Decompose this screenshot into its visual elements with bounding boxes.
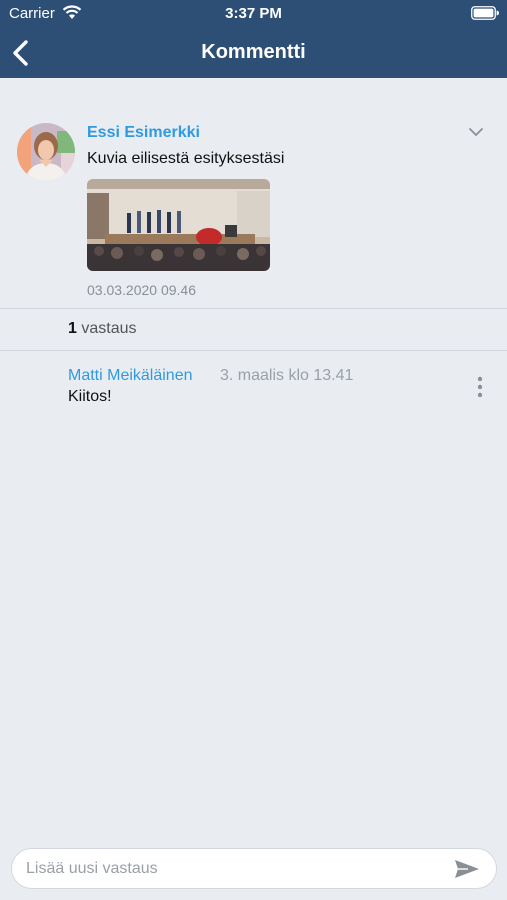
comment-card: Essi Esimerkki Kuvia eilisestä esitykses…	[0, 78, 507, 309]
comment-date: 03.03.2020 09.46	[87, 282, 196, 298]
more-options-icon[interactable]	[470, 375, 490, 399]
attached-photo[interactable]	[87, 179, 270, 271]
reply-input[interactable]	[26, 857, 446, 881]
reply-count-label: vastaus	[81, 320, 137, 337]
comment-author[interactable]: Essi Esimerkki	[87, 124, 200, 142]
reply-text: Kiitos!	[68, 388, 112, 405]
status-time: 3:37 PM	[225, 5, 282, 22]
send-icon[interactable]	[453, 858, 481, 880]
reply-composer	[11, 848, 497, 889]
comment-text: Kuvia eilisestä esityksestäsi	[87, 150, 285, 167]
reply-count-number: 1	[68, 320, 77, 337]
reply-item: Matti Meikäläinen 3. maalis klo 13.41 Ki…	[0, 351, 507, 421]
status-bar: Carrier 3:37 PM	[0, 0, 507, 28]
avatar[interactable]	[17, 123, 75, 181]
page-title: Kommentti	[201, 41, 306, 63]
navigation-bar: Kommentti	[0, 28, 507, 78]
battery-icon	[471, 6, 499, 20]
chevron-down-icon[interactable]	[466, 124, 486, 140]
reply-timestamp: 3. maalis klo 13.41	[220, 367, 354, 384]
reply-count-row: 1 vastaus	[0, 309, 507, 351]
reply-author[interactable]: Matti Meikäläinen	[68, 367, 193, 385]
